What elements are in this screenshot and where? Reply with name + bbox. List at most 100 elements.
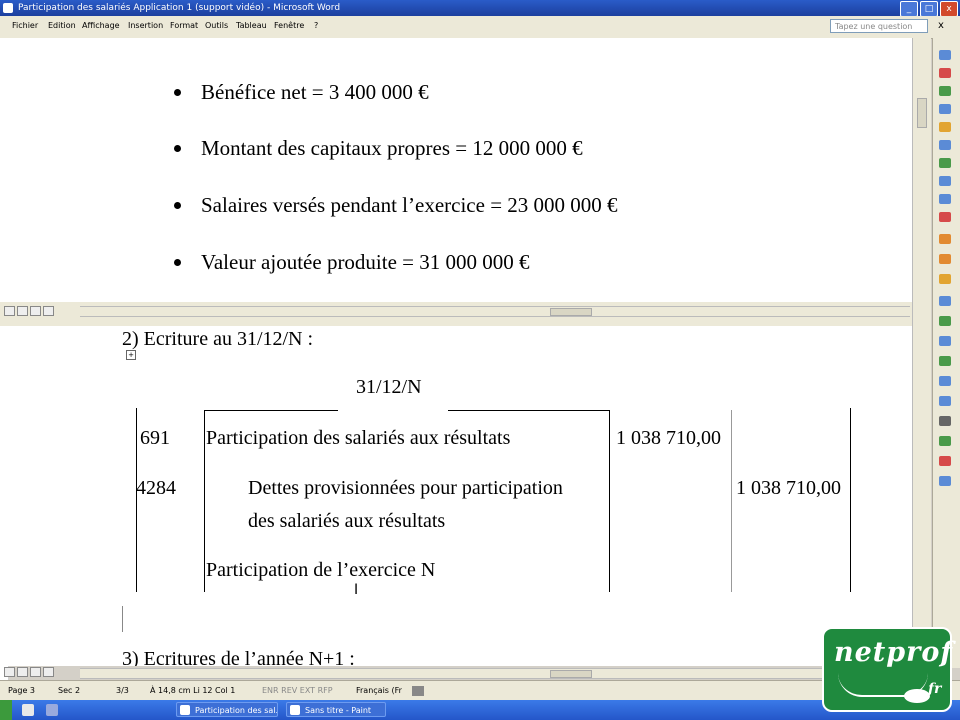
menu-help[interactable]: ?: [314, 21, 318, 30]
menu-edition[interactable]: Edition: [48, 21, 76, 30]
maximize-button[interactable]: □: [920, 1, 938, 17]
journal-top-line-right: [448, 410, 610, 411]
journal-right-border: [850, 408, 851, 592]
tool-icon[interactable]: [939, 254, 951, 264]
help-question-input[interactable]: Tapez une question: [830, 19, 928, 33]
tool-icon[interactable]: [939, 316, 951, 326]
entry-label: Dettes provisionnées pour participation: [248, 477, 563, 499]
tool-icon[interactable]: [939, 416, 951, 426]
tool-icon[interactable]: [939, 274, 951, 284]
taskbar-item-word[interactable]: Participation des sal...: [176, 702, 278, 717]
menu-affichage[interactable]: Affichage: [82, 21, 120, 30]
journal-left-border: [136, 408, 137, 592]
table-move-handle-icon[interactable]: +: [126, 350, 136, 360]
logo-suffix: fr: [928, 681, 942, 697]
scroll-thumb[interactable]: [550, 308, 592, 316]
netprof-logo: netprof fr: [822, 627, 952, 712]
bullet-dot-icon: [174, 258, 181, 266]
page-view-icon[interactable]: [30, 667, 41, 677]
quicklaunch-desktop-icon[interactable]: [46, 704, 58, 716]
drawing-toolbar: [932, 38, 960, 668]
quicklaunch-ie-icon[interactable]: [22, 704, 34, 716]
bullet-item: Salaires versés pendant l’exercice = 23 …: [174, 193, 618, 218]
page-view-icon[interactable]: [30, 306, 41, 316]
tool-icon[interactable]: [939, 376, 951, 386]
journal-debit-divider: [609, 410, 610, 592]
bullet-dot-icon: [174, 144, 181, 152]
normal-view-icon[interactable]: [4, 667, 15, 677]
menu-insertion[interactable]: Insertion: [128, 21, 163, 30]
menu-bar: Fichier Edition Affichage Insertion Form…: [0, 16, 960, 39]
menu-outils[interactable]: Outils: [205, 21, 228, 30]
horizontal-scrollbar-bottom[interactable]: [80, 668, 910, 679]
close-button[interactable]: x: [940, 1, 958, 17]
menu-format[interactable]: Format: [170, 21, 198, 30]
minimize-button[interactable]: _: [900, 1, 918, 17]
title-bar: Participation des salariés Application 1…: [0, 0, 960, 17]
web-view-icon[interactable]: [17, 306, 28, 316]
vertical-scrollbar[interactable]: [912, 38, 931, 668]
taskbar-item-paint[interactable]: Sans titre - Paint: [286, 702, 386, 717]
document-pane-bottom[interactable]: 2) Ecriture au 31/12/N : + 31/12/N 691 P…: [8, 326, 912, 666]
entry-narration: Participation de l’exercice N: [206, 559, 436, 581]
tool-icon[interactable]: [939, 356, 951, 366]
word-task-icon: [180, 705, 190, 715]
ibeam-cursor-icon: I: [354, 582, 359, 598]
menu-fenetre[interactable]: Fenêtre: [274, 21, 304, 30]
tool-icon[interactable]: [939, 50, 951, 60]
spelling-status-icon[interactable]: [412, 686, 424, 696]
tool-icon[interactable]: [939, 104, 951, 114]
normal-view-icon[interactable]: [4, 306, 15, 316]
view-buttons: [4, 306, 54, 316]
entry-label-continued: des salariés aux résultats: [248, 510, 446, 532]
tool-icon[interactable]: [939, 158, 951, 168]
web-view-icon[interactable]: [17, 667, 28, 677]
entry-debit: 1 038 710,00: [616, 427, 721, 449]
status-page: Page 3: [8, 686, 35, 695]
tool-icon[interactable]: [939, 456, 951, 466]
tool-icon[interactable]: [939, 296, 951, 306]
entry-account: 691: [140, 427, 170, 449]
status-modes: ENR REV EXT RFP: [262, 686, 333, 695]
journal-credit-divider: [731, 410, 732, 592]
journal-top-line-left: [204, 410, 338, 411]
scroll-thumb[interactable]: [917, 98, 927, 128]
document-pane-top[interactable]: Bénéfice net = 3 400 000 € Montant des c…: [8, 38, 912, 302]
tool-icon[interactable]: [939, 122, 951, 132]
status-pages: 3/3: [116, 686, 129, 695]
entry-credit: 1 038 710,00: [736, 477, 841, 499]
word-app-icon[interactable]: [3, 3, 13, 13]
section-3-title: 3) Ecritures de l’année N+1 :: [122, 648, 355, 666]
outline-view-icon[interactable]: [43, 667, 54, 677]
journal-date: 31/12/N: [356, 376, 422, 398]
entry-label: Participation des salariés aux résultats: [206, 427, 511, 449]
status-bar: Page 3 Sec 2 3/3 À 14,8 cm Li 12 Col 1 E…: [0, 680, 960, 701]
tool-icon[interactable]: [939, 396, 951, 406]
tool-icon[interactable]: [939, 234, 951, 244]
menu-tableau[interactable]: Tableau: [236, 21, 267, 30]
tool-icon[interactable]: [939, 140, 951, 150]
bullet-item: Montant des capitaux propres = 12 000 00…: [174, 136, 583, 161]
scroll-thumb[interactable]: [550, 670, 592, 678]
tool-icon[interactable]: [939, 336, 951, 346]
tool-icon[interactable]: [939, 68, 951, 78]
menu-fichier[interactable]: Fichier: [12, 21, 38, 30]
outline-view-icon[interactable]: [43, 306, 54, 316]
tool-icon[interactable]: [939, 86, 951, 96]
close-document-button[interactable]: x: [938, 20, 944, 31]
start-button[interactable]: [0, 700, 12, 720]
entry-account: 4284: [136, 477, 176, 499]
tool-icon[interactable]: [939, 212, 951, 222]
split-bar[interactable]: [0, 302, 930, 326]
tool-icon[interactable]: [939, 176, 951, 186]
section-2-title: 2) Ecriture au 31/12/N :: [122, 328, 314, 350]
mouse-icon: [904, 689, 930, 703]
horizontal-scrollbar-top[interactable]: [80, 306, 910, 317]
tool-icon[interactable]: [939, 476, 951, 486]
tool-icon[interactable]: [939, 436, 951, 446]
logo-word: netprof: [834, 637, 954, 668]
text-caret: [122, 606, 123, 632]
journal-account-divider: [204, 410, 205, 592]
taskbar: Participation des sal... Sans titre - Pa…: [0, 700, 960, 720]
tool-icon[interactable]: [939, 194, 951, 204]
